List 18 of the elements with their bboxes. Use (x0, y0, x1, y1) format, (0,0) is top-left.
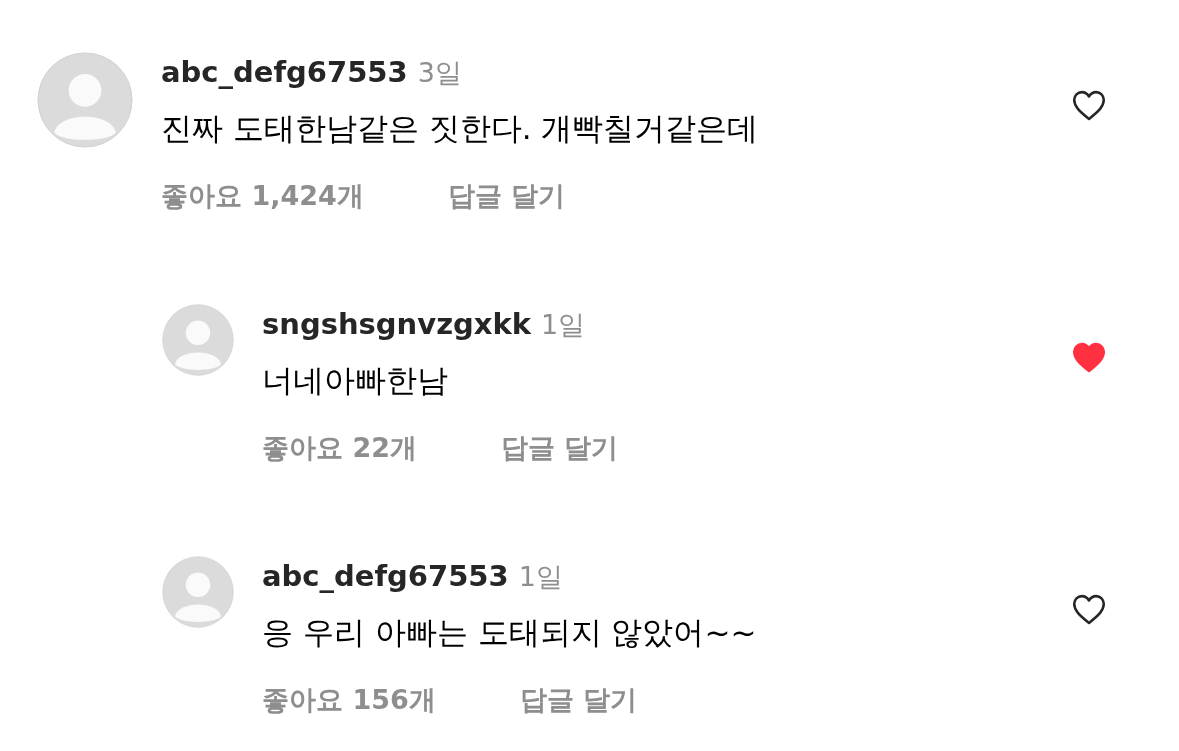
comment-text: 너네아빠한남 (262, 361, 449, 400)
heart-icon[interactable] (1072, 90, 1106, 121)
username[interactable]: abc_defg67553 (262, 556, 509, 596)
comment-text: 응 우리 아빠는 도태되지 않았어~~ (262, 613, 758, 652)
comment-time: 1일 (518, 560, 563, 594)
filled-heart-icon[interactable] (1072, 342, 1106, 373)
reply-link[interactable]: 답글 달기 (447, 176, 566, 216)
username[interactable]: sngshsgnvzgxkk (262, 304, 532, 344)
heart-icon[interactable] (1072, 594, 1106, 625)
like-count[interactable]: 좋아요 156개 (262, 680, 436, 720)
like-count[interactable]: 좋아요 22개 (262, 428, 417, 468)
comment-text: 진짜 도태한남같은 짓한다. 개빡칠거같은데 (161, 109, 760, 148)
comment-time: 3일 (417, 56, 462, 90)
username[interactable]: abc_defg67553 (161, 52, 408, 92)
reply-link[interactable]: 답글 달기 (501, 428, 619, 468)
reply-link[interactable]: 답글 달기 (519, 680, 638, 720)
like-count[interactable]: 좋아요 1,424개 (161, 176, 364, 216)
comment-time: 1일 (541, 308, 586, 342)
